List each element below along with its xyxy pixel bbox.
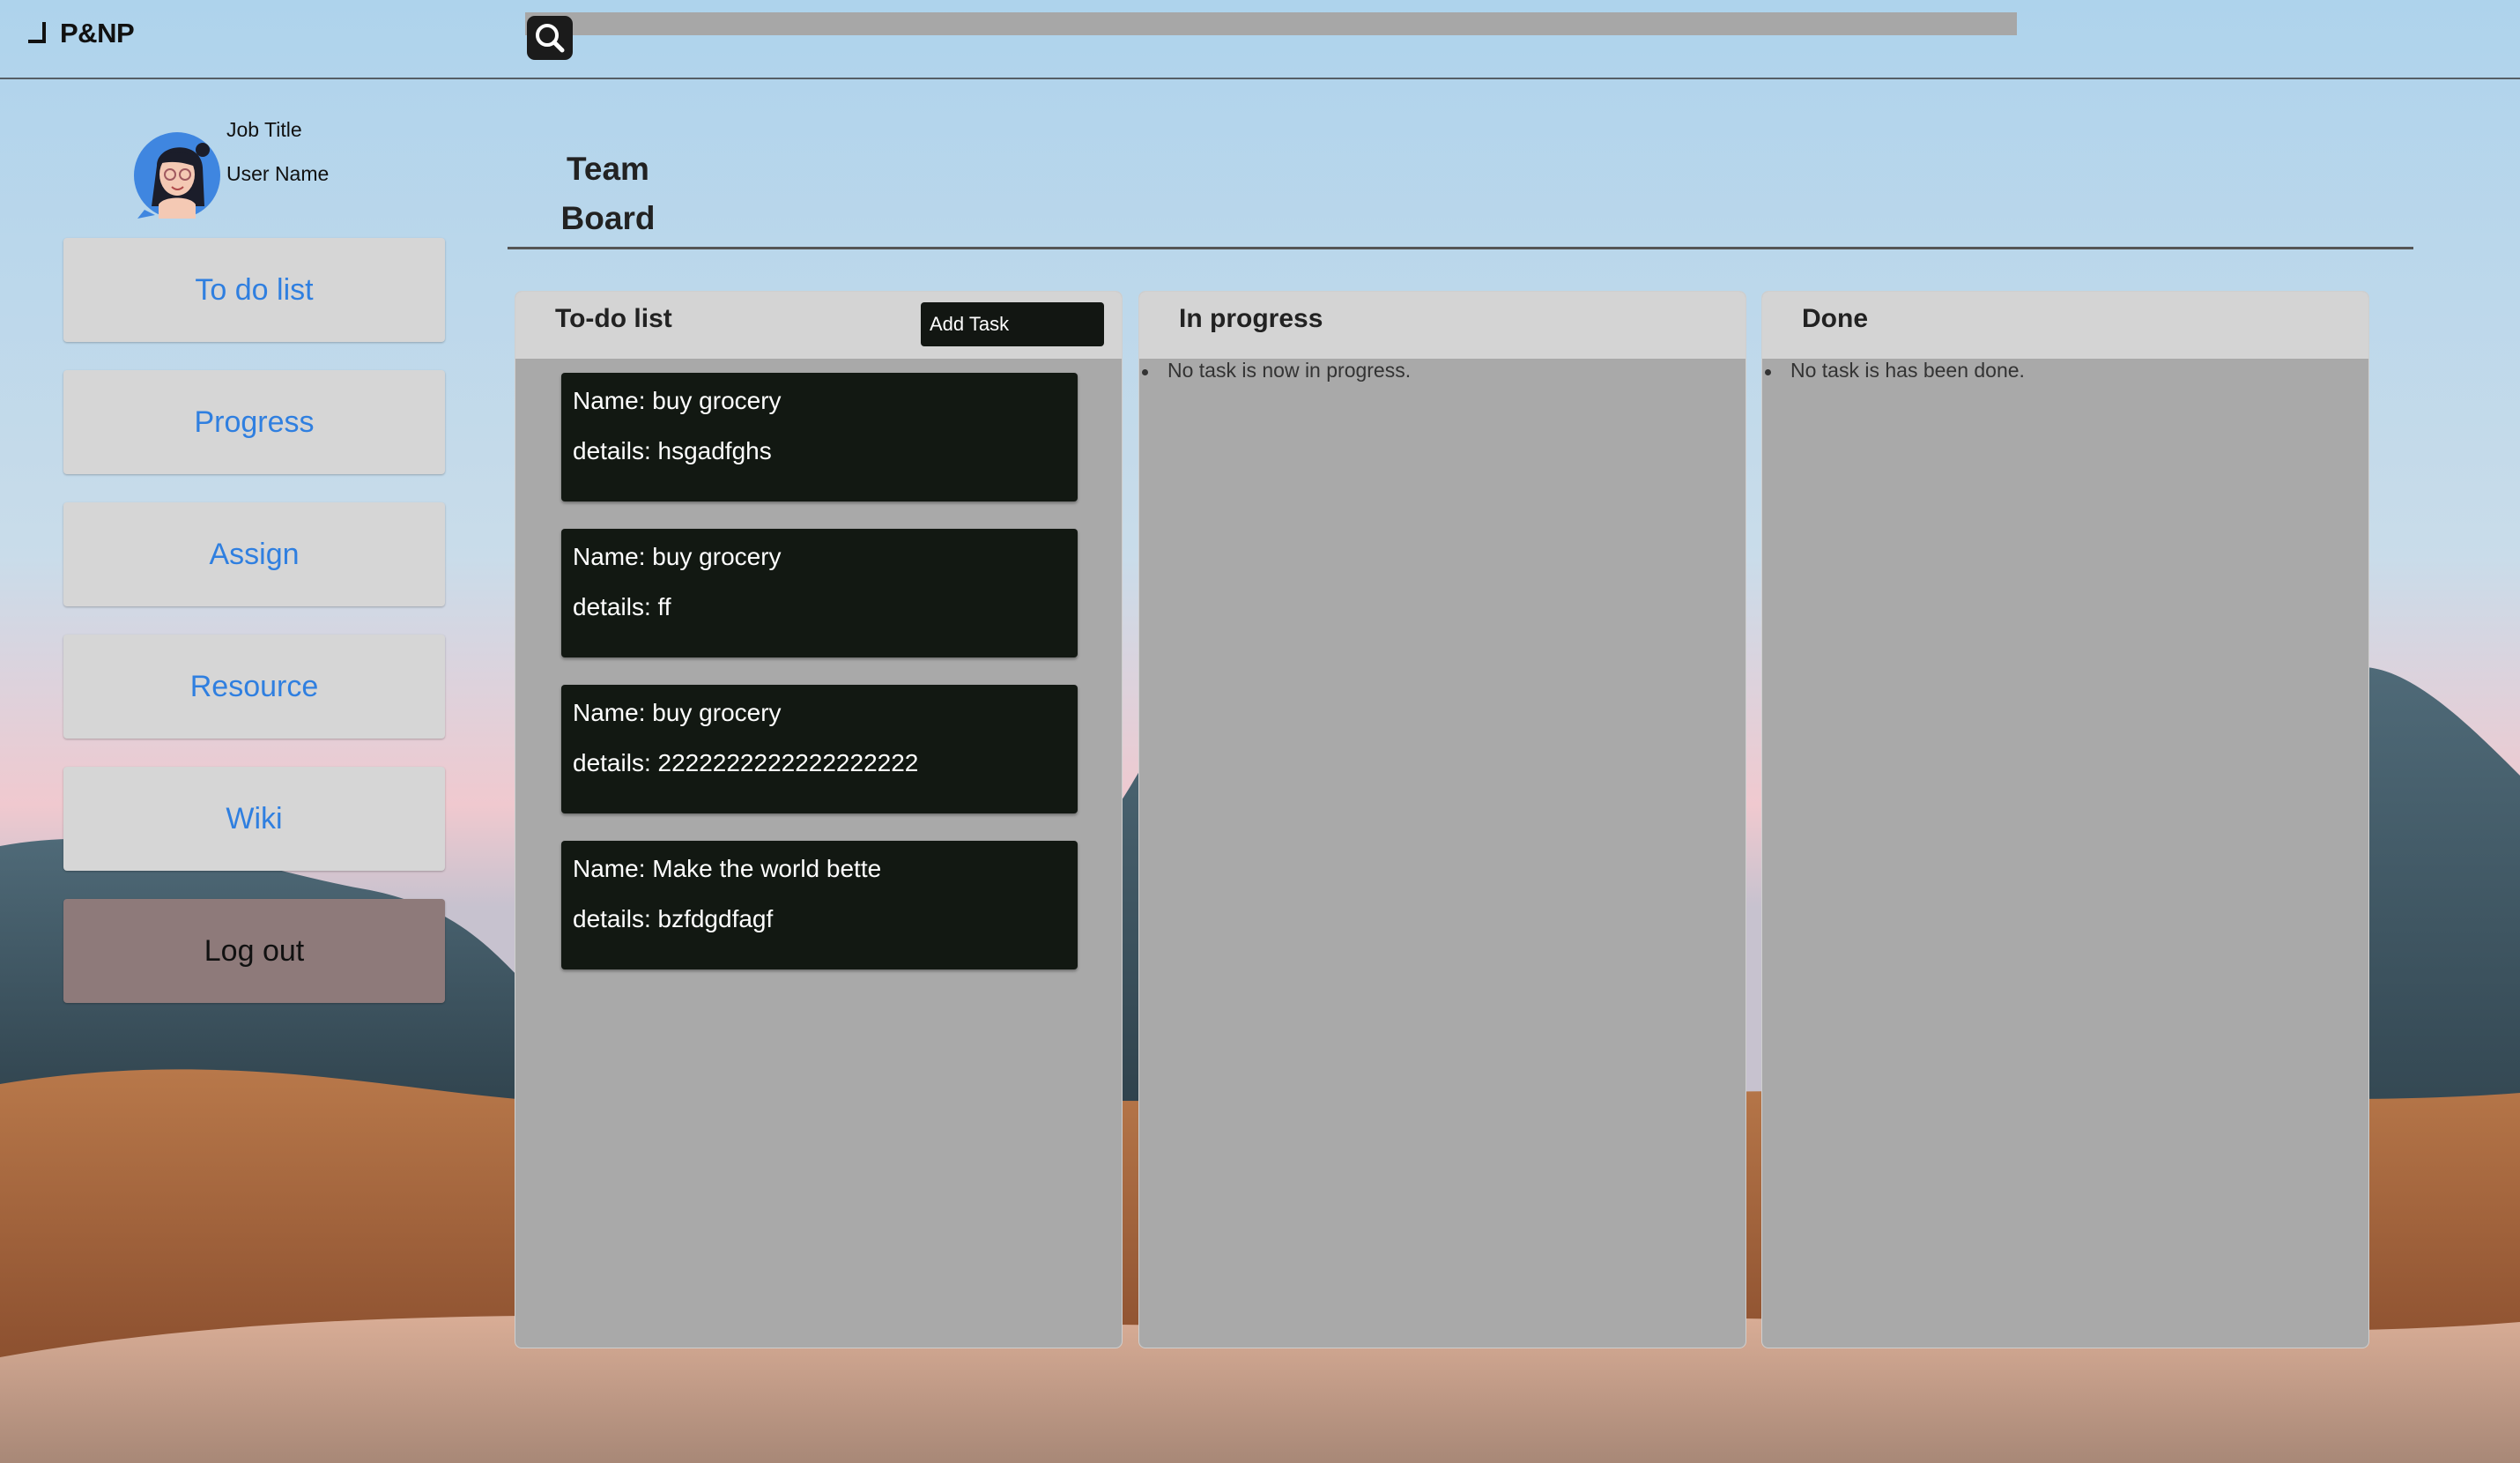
task-name: Name: buy grocery	[573, 543, 782, 570]
task-card[interactable]: Name: buy grocery details: ff	[561, 529, 1078, 657]
page-title-line-1: Team	[567, 151, 649, 187]
page-title: Team Board	[546, 145, 670, 243]
sidebar-item-assign[interactable]: Assign	[63, 502, 445, 606]
sidebar-item-wiki[interactable]: Wiki	[63, 767, 445, 871]
app-logo[interactable]: P&NP	[25, 18, 135, 49]
page-title-line-2: Board	[560, 200, 656, 236]
task-details: details: bzfdgdfagf	[573, 905, 774, 932]
task-card[interactable]: Name: Make the world bette details: bzfd…	[561, 841, 1078, 969]
task-details: details: hsgadfghs	[573, 437, 772, 464]
top-bar: P&NP	[0, 0, 2520, 79]
column-header: To-do list Add Task	[515, 292, 1122, 359]
user-name: User Name	[226, 162, 330, 185]
task-name: Name: buy grocery	[573, 387, 782, 414]
empty-message: No task is has been done.	[1765, 359, 2025, 382]
empty-message: No task is now in progress.	[1141, 359, 1412, 382]
task-name: Name: buy grocery	[573, 699, 782, 726]
column-title: To-do list	[555, 304, 672, 333]
task-card[interactable]: Name: buy grocery details: hsgadfghs	[561, 373, 1078, 501]
job-title: Job Title	[226, 118, 302, 141]
divider	[508, 247, 2413, 249]
column-title: In progress	[1179, 304, 1323, 333]
todo-column: To-do list Add Task Name: buy grocery de…	[515, 291, 1123, 1348]
avatar[interactable]	[132, 130, 222, 220]
add-task-button[interactable]: Add Task	[921, 302, 1104, 346]
column-header: Done	[1762, 292, 2368, 359]
task-details: details: 2222222222222222222	[573, 749, 919, 776]
task-details: details: ff	[573, 593, 671, 620]
search-icon	[536, 24, 565, 53]
logo-icon	[28, 22, 46, 43]
logout-button[interactable]: Log out	[63, 899, 445, 1003]
sidebar-item-progress[interactable]: Progress	[63, 370, 445, 474]
task-card[interactable]: Name: buy grocery details: 2222222222222…	[561, 685, 1078, 813]
sidebar-item-todo-list[interactable]: To do list	[63, 238, 445, 342]
column-title: Done	[1802, 304, 1868, 333]
task-name: Name: Make the world bette	[573, 855, 882, 882]
search-button[interactable]	[527, 16, 573, 60]
app-name: P&NP	[60, 18, 135, 48]
sidebar-item-resource[interactable]: Resource	[63, 635, 445, 739]
done-column: Done No task is has been done.	[1761, 291, 2369, 1348]
in-progress-column: In progress No task is now in progress.	[1138, 291, 1746, 1348]
search-input[interactable]	[525, 12, 2017, 35]
column-header: In progress	[1139, 292, 1745, 359]
